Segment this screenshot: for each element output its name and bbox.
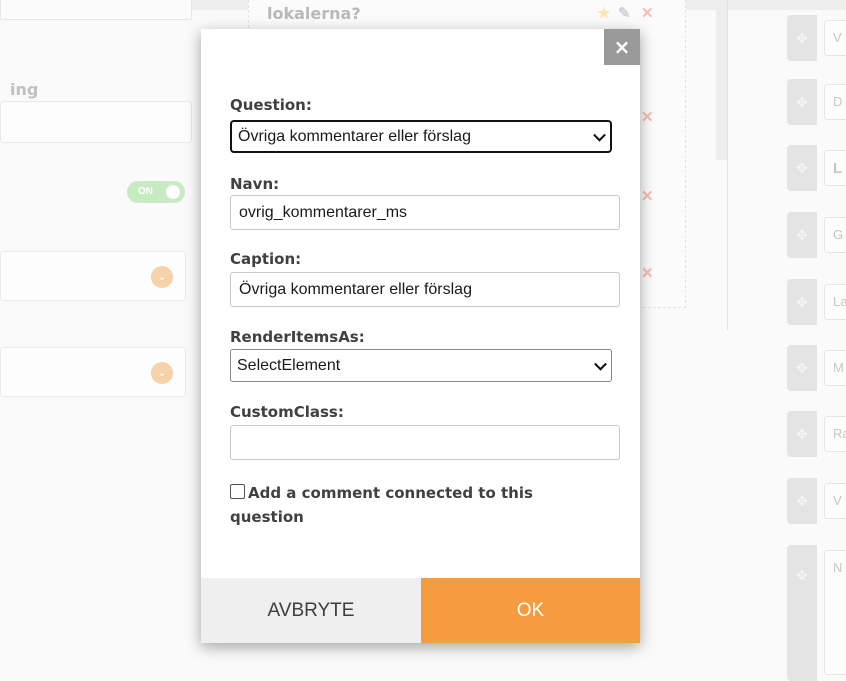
navn-input[interactable]: ovrig_kommentarer_ms: [230, 195, 620, 230]
render-items-as-value: SelectElement: [237, 357, 341, 374]
question-settings-dialog: × Question: Övriga kommentarer eller för…: [201, 29, 640, 643]
render-items-as-select[interactable]: SelectElement: [230, 349, 612, 382]
comment-checkbox-label: Add a comment connected to this question: [230, 484, 533, 526]
custom-class-label: CustomClass:: [230, 403, 344, 421]
comment-checkbox[interactable]: [230, 484, 245, 499]
navn-label: Navn:: [230, 175, 280, 193]
cancel-button[interactable]: AVBRYTE: [201, 578, 421, 643]
chevron-down-icon: [593, 128, 606, 142]
caption-label: Caption:: [230, 250, 302, 268]
custom-class-input[interactable]: [230, 425, 620, 460]
chevron-down-icon: [594, 357, 607, 371]
question-label: Question:: [230, 96, 312, 114]
question-select[interactable]: Övriga kommentarer eller förslag: [230, 120, 612, 153]
close-button[interactable]: ×: [604, 29, 640, 65]
render-items-as-label: RenderItemsAs:: [230, 328, 365, 346]
question-select-value: Övriga kommentarer eller förslag: [238, 128, 471, 145]
ok-button[interactable]: OK: [421, 578, 640, 643]
caption-input[interactable]: Övriga kommentarer eller förslag: [230, 272, 620, 307]
dialog-footer: AVBRYTE OK: [201, 578, 640, 643]
comment-checkbox-row[interactable]: Add a comment connected to this question: [230, 481, 600, 529]
